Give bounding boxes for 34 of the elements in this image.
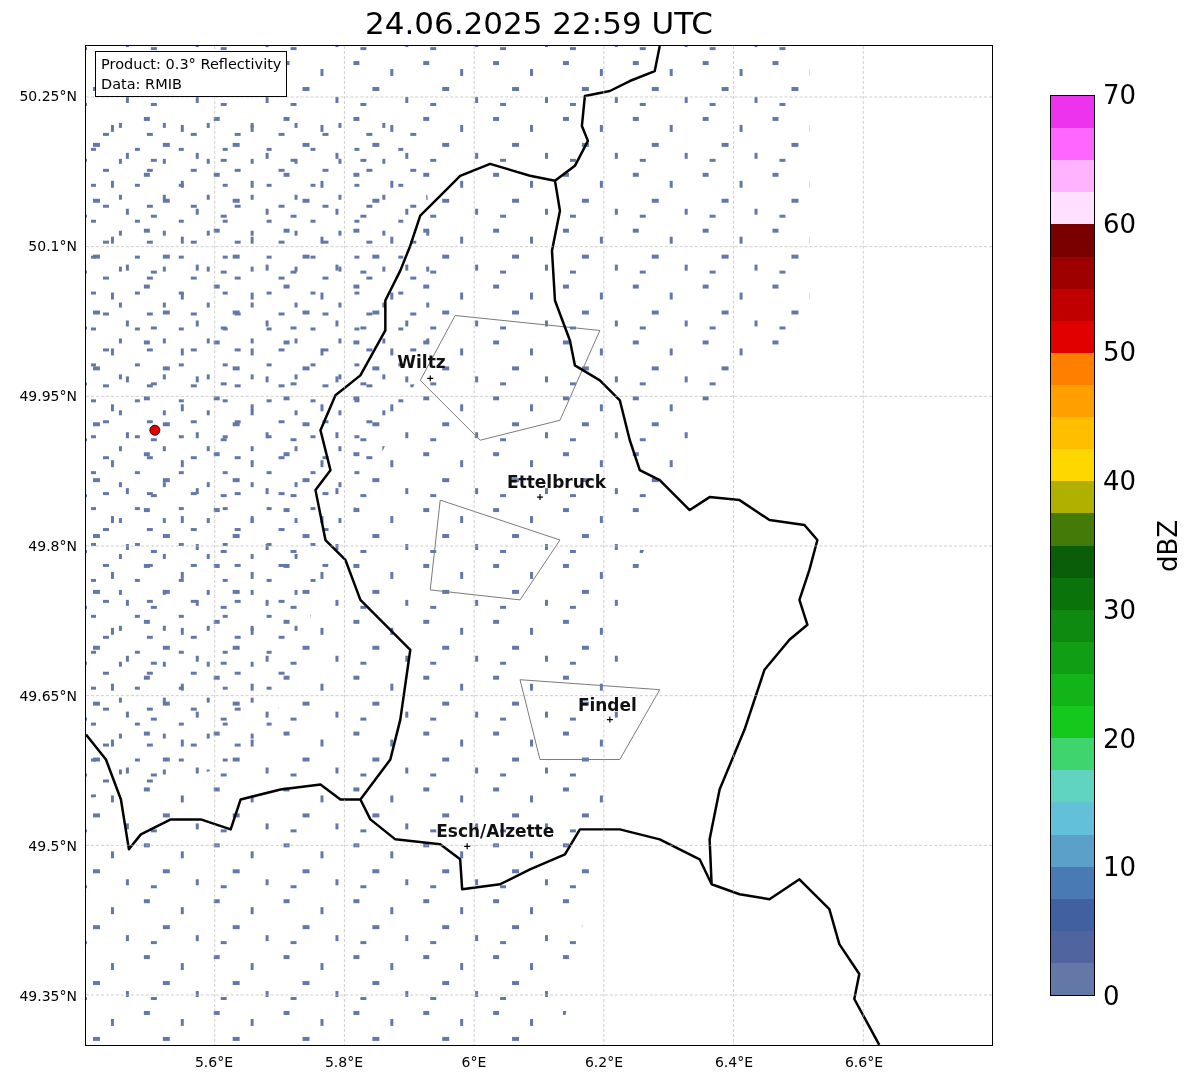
colorbar-tick-label: 30 bbox=[1103, 595, 1137, 624]
axis-tick-label: 49.95°N bbox=[19, 388, 77, 404]
axis-tick-label: 49.5°N bbox=[28, 838, 77, 854]
chart-title: 24.06.2025 22:59 UTC bbox=[365, 4, 713, 41]
plus-icon bbox=[606, 716, 614, 724]
colorbar-label: dBZ bbox=[1153, 519, 1183, 572]
info-text: Data: RMIB bbox=[101, 75, 183, 94]
axis-tick-label: 49.35°N bbox=[19, 988, 77, 1004]
plus-icon bbox=[463, 842, 471, 850]
axis-tick-label: 6.4°E bbox=[714, 1054, 754, 1070]
city-label: Esch/Alzette bbox=[436, 821, 555, 842]
axis-tick-label: 50.1°N bbox=[28, 238, 77, 254]
plus-icon bbox=[426, 374, 434, 382]
colorbar-tick-label: 10 bbox=[1103, 853, 1137, 882]
axis-tick-label: 49.8°N bbox=[28, 538, 77, 554]
info-text: Product: 0.3° Reflectivity bbox=[101, 55, 282, 74]
city-label: Ettelbruck bbox=[507, 472, 607, 493]
radar-site-marker bbox=[149, 424, 161, 436]
axis-tick-label: 6.6°E bbox=[844, 1054, 884, 1070]
colorbar-tick-label: 40 bbox=[1103, 467, 1137, 496]
colorbar-tick-label: 0 bbox=[1103, 982, 1120, 1010]
colorbar-tick-label: 70 bbox=[1103, 81, 1137, 109]
axis-tick-label: 5.8°E bbox=[324, 1054, 364, 1070]
axis-tick-label: 49.65°N bbox=[19, 688, 77, 704]
colorbar-tick-label: 60 bbox=[1103, 209, 1137, 238]
axis-tick-label: 6°E bbox=[461, 1054, 487, 1070]
axis-tick-label: 50.25°N bbox=[19, 88, 77, 104]
axis-tick-label: 6.2°E bbox=[584, 1054, 624, 1070]
colorbar-tick-label: 20 bbox=[1103, 724, 1137, 753]
city-label: Findel bbox=[577, 694, 637, 715]
plus-icon bbox=[536, 493, 544, 501]
colorbar-tick-label: 50 bbox=[1103, 338, 1137, 367]
axis-tick-label: 5.6°E bbox=[194, 1054, 234, 1070]
city-label: Wiltz bbox=[397, 352, 446, 373]
